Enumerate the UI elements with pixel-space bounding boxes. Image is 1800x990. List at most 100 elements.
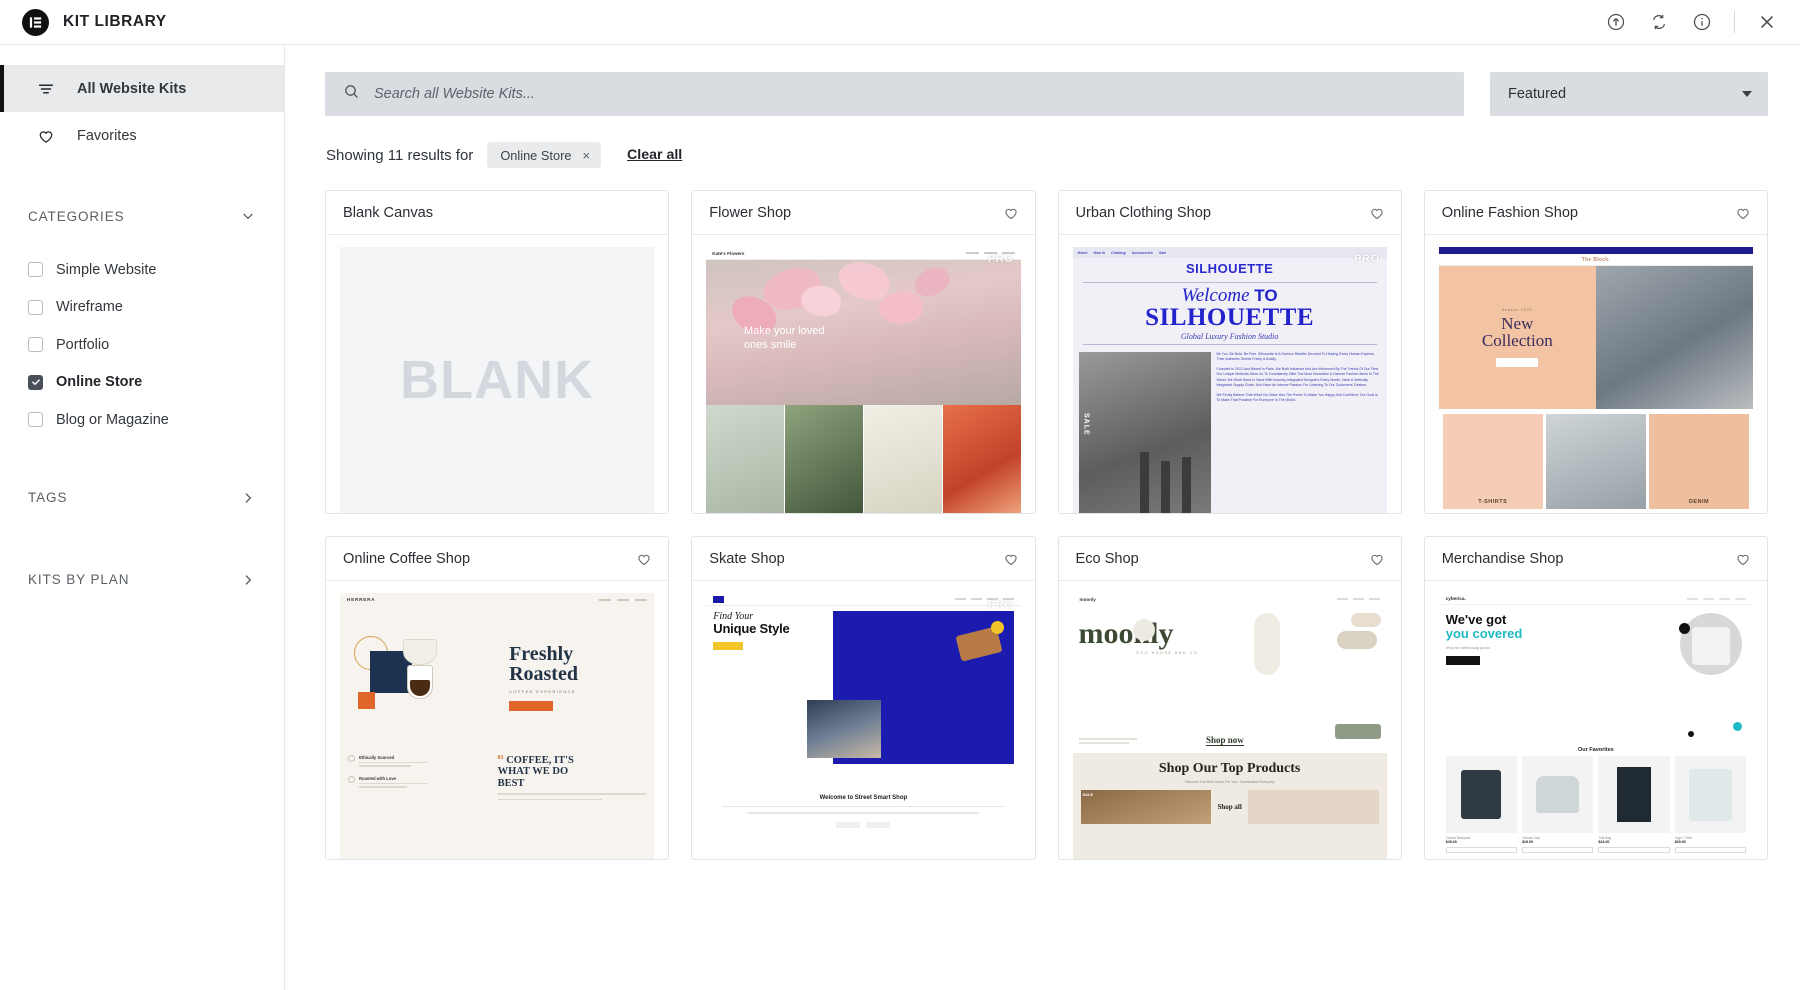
thumb-product: Tote Bag $24.00: [1598, 756, 1670, 853]
sidebar-item-all-website-kits[interactable]: All Website Kits: [0, 65, 284, 112]
thumb-brand-band: SILHOUETTE: [1073, 258, 1387, 279]
thumb-product-button: [1674, 847, 1746, 853]
thumb-hero: Find Your Unique Style: [706, 606, 1020, 764]
thumb-nav: moonly: [1073, 593, 1387, 605]
thumb-product-button: [1522, 847, 1594, 853]
filter-chip-remove-icon[interactable]: ×: [582, 149, 590, 162]
checkbox-online-store[interactable]: [28, 374, 43, 390]
chevron-right-icon[interactable]: [240, 572, 256, 588]
thumb-product: SALE: [1080, 789, 1212, 824]
checkbox-wireframe[interactable]: [28, 299, 43, 315]
gallery-cell: [942, 405, 1021, 513]
thumb-lower: Welcome to Street Smart Shop: [706, 764, 1020, 859]
thumb-headline-to: TO: [1254, 286, 1278, 305]
thumb-tagline-lines: [1078, 738, 1137, 746]
kits-by-plan-header[interactable]: KITS BY PLAN: [0, 559, 284, 601]
thumb-product-button: [1445, 847, 1518, 853]
category-online-store[interactable]: Online Store: [0, 364, 284, 402]
thumb-product-button: [1598, 847, 1670, 853]
categories-header[interactable]: CATEGORIES: [0, 195, 284, 237]
refresh-sync-icon[interactable]: [1648, 11, 1670, 33]
chevron-down-icon[interactable]: [240, 208, 256, 224]
search-input[interactable]: [374, 86, 1446, 102]
kit-card-eco-shop[interactable]: Eco Shop moonly moonly ECO HOUSE AND CO …: [1057, 536, 1402, 860]
sort-dropdown[interactable]: Featured: [1490, 72, 1768, 116]
thumb-logo: cyberica.: [1445, 596, 1466, 601]
favorite-heart-icon[interactable]: [1735, 551, 1751, 567]
kit-card-title: Eco Shop: [1075, 550, 1139, 567]
kit-card-online-fashion-shop[interactable]: Online Fashion Shop The Block. Season 20…: [1423, 190, 1768, 514]
gallery-cell: [706, 405, 785, 513]
favorite-heart-icon[interactable]: [1003, 205, 1019, 221]
favorite-heart-icon[interactable]: [1735, 205, 1751, 221]
clear-all-button[interactable]: Clear all: [627, 147, 682, 163]
decor-dot: [1688, 731, 1694, 738]
thumb-cta-button: [1445, 655, 1480, 665]
kit-thumbnail-area: moonly moonly ECO HOUSE AND CO Shop now: [1059, 581, 1401, 859]
sidebar-item-favorites[interactable]: Favorites: [0, 112, 284, 159]
thumb-product: Logo T-Shirt $29.00: [1674, 756, 1746, 853]
thumb-hero: Make your loved ones smile: [706, 260, 1021, 406]
search-field[interactable]: [325, 72, 1464, 116]
feature-icon: [348, 754, 355, 762]
favorite-heart-icon[interactable]: [636, 551, 652, 567]
thumb-nav-link: Accessories: [1131, 250, 1153, 255]
category-portfolio[interactable]: Portfolio: [0, 326, 284, 364]
thumb-cta-link: Shop now: [1205, 734, 1244, 746]
thumb-nav-links: [599, 598, 648, 601]
thumb-headline-1: Welcome: [1181, 285, 1250, 306]
category-label-blog-or-magazine: Blog or Magazine: [56, 411, 169, 428]
thumb-headline: Welcome TO SILHOUETTE: [1073, 286, 1387, 330]
thumb-lower-headline: 01 COFFEE, IT'S WHAT WE DO BEST: [497, 755, 647, 801]
kit-card-merchandise-shop[interactable]: Merchandise Shop cyberica. We've got you…: [1423, 536, 1768, 860]
kit-card-blank-canvas[interactable]: Blank Canvas BLANK: [325, 190, 670, 514]
thumb-tile: [1545, 413, 1646, 509]
thumb-divider: [1082, 282, 1377, 283]
thumb-feature-item: Roasted with Love: [348, 775, 490, 790]
filter-chip-online-store[interactable]: Online Store ×: [487, 142, 602, 168]
close-x-icon[interactable]: [1756, 11, 1778, 33]
thumb-logo-mark: [713, 595, 725, 603]
kit-card-title: Flower Shop: [709, 204, 792, 221]
filter-lines-icon: [35, 80, 57, 98]
tags-title: TAGS: [28, 490, 68, 505]
thumb-tile: DENIM: [1648, 413, 1749, 509]
sale-badge: [990, 621, 1004, 634]
category-blog-or-magazine[interactable]: Blog or Magazine: [0, 401, 284, 439]
checkbox-simple-website[interactable]: [28, 262, 43, 278]
thumb-product: [1247, 789, 1379, 824]
kit-card-header: Eco Shop: [1058, 537, 1401, 581]
category-wireframe[interactable]: Wireframe: [0, 289, 284, 327]
checkbox-blog-or-magazine[interactable]: [28, 412, 43, 428]
category-label-portfolio: Portfolio: [56, 336, 110, 353]
info-circle-icon[interactable]: [1691, 11, 1713, 33]
thumb-nav-links: [1336, 598, 1380, 600]
blank-canvas-word: BLANK: [400, 350, 595, 410]
category-simple-website[interactable]: Simple Website: [0, 251, 284, 289]
kit-card-urban-clothing-shop[interactable]: Urban Clothing Shop Home New In Clothing: [1057, 190, 1402, 514]
thumb-logo: The Block.: [1581, 256, 1611, 263]
kit-thumbnail-area: BLANK: [326, 235, 668, 513]
favorite-heart-icon[interactable]: [1369, 205, 1385, 221]
kit-card-online-coffee-shop[interactable]: Online Coffee Shop HERRERA Freshly Roast…: [325, 536, 670, 860]
kit-card-skate-shop[interactable]: Skate Shop Find Your Unique Style Welcom…: [691, 536, 1036, 860]
thumb-product-price: $49.00: [1445, 840, 1457, 844]
thumb-feature-title: Ethically Sourced: [359, 754, 395, 760]
favorite-heart-icon[interactable]: [1003, 551, 1019, 567]
category-label-wireframe: Wireframe: [56, 299, 123, 316]
kit-card-flower-shop[interactable]: Flower Shop Kate's Flowers Make your lov…: [691, 190, 1036, 514]
thumb-hero-art: [348, 617, 503, 738]
thumb-hero-eyebrow: Season 2022: [1501, 307, 1533, 312]
tags-header[interactable]: TAGS: [0, 477, 284, 519]
thumb-hero-text: We've got you covered Shop the latest sw…: [1445, 612, 1602, 743]
kit-thumbnail-urban-clothing-shop: Home New In Clothing Accessories Sale SI…: [1072, 247, 1387, 513]
thumb-nav-link: New In: [1093, 250, 1106, 255]
favorite-heart-icon[interactable]: [1369, 551, 1385, 567]
header-divider: [1734, 11, 1735, 33]
thumb-feature-item: Ethically Sourced: [348, 754, 490, 769]
arrow-up-circle-icon[interactable]: [1605, 11, 1627, 33]
thumb-nav-link: Sale: [1158, 250, 1167, 255]
thumb-hero-line2: Roasted: [509, 663, 578, 686]
checkbox-portfolio[interactable]: [28, 337, 43, 353]
chevron-right-icon[interactable]: [240, 490, 256, 506]
